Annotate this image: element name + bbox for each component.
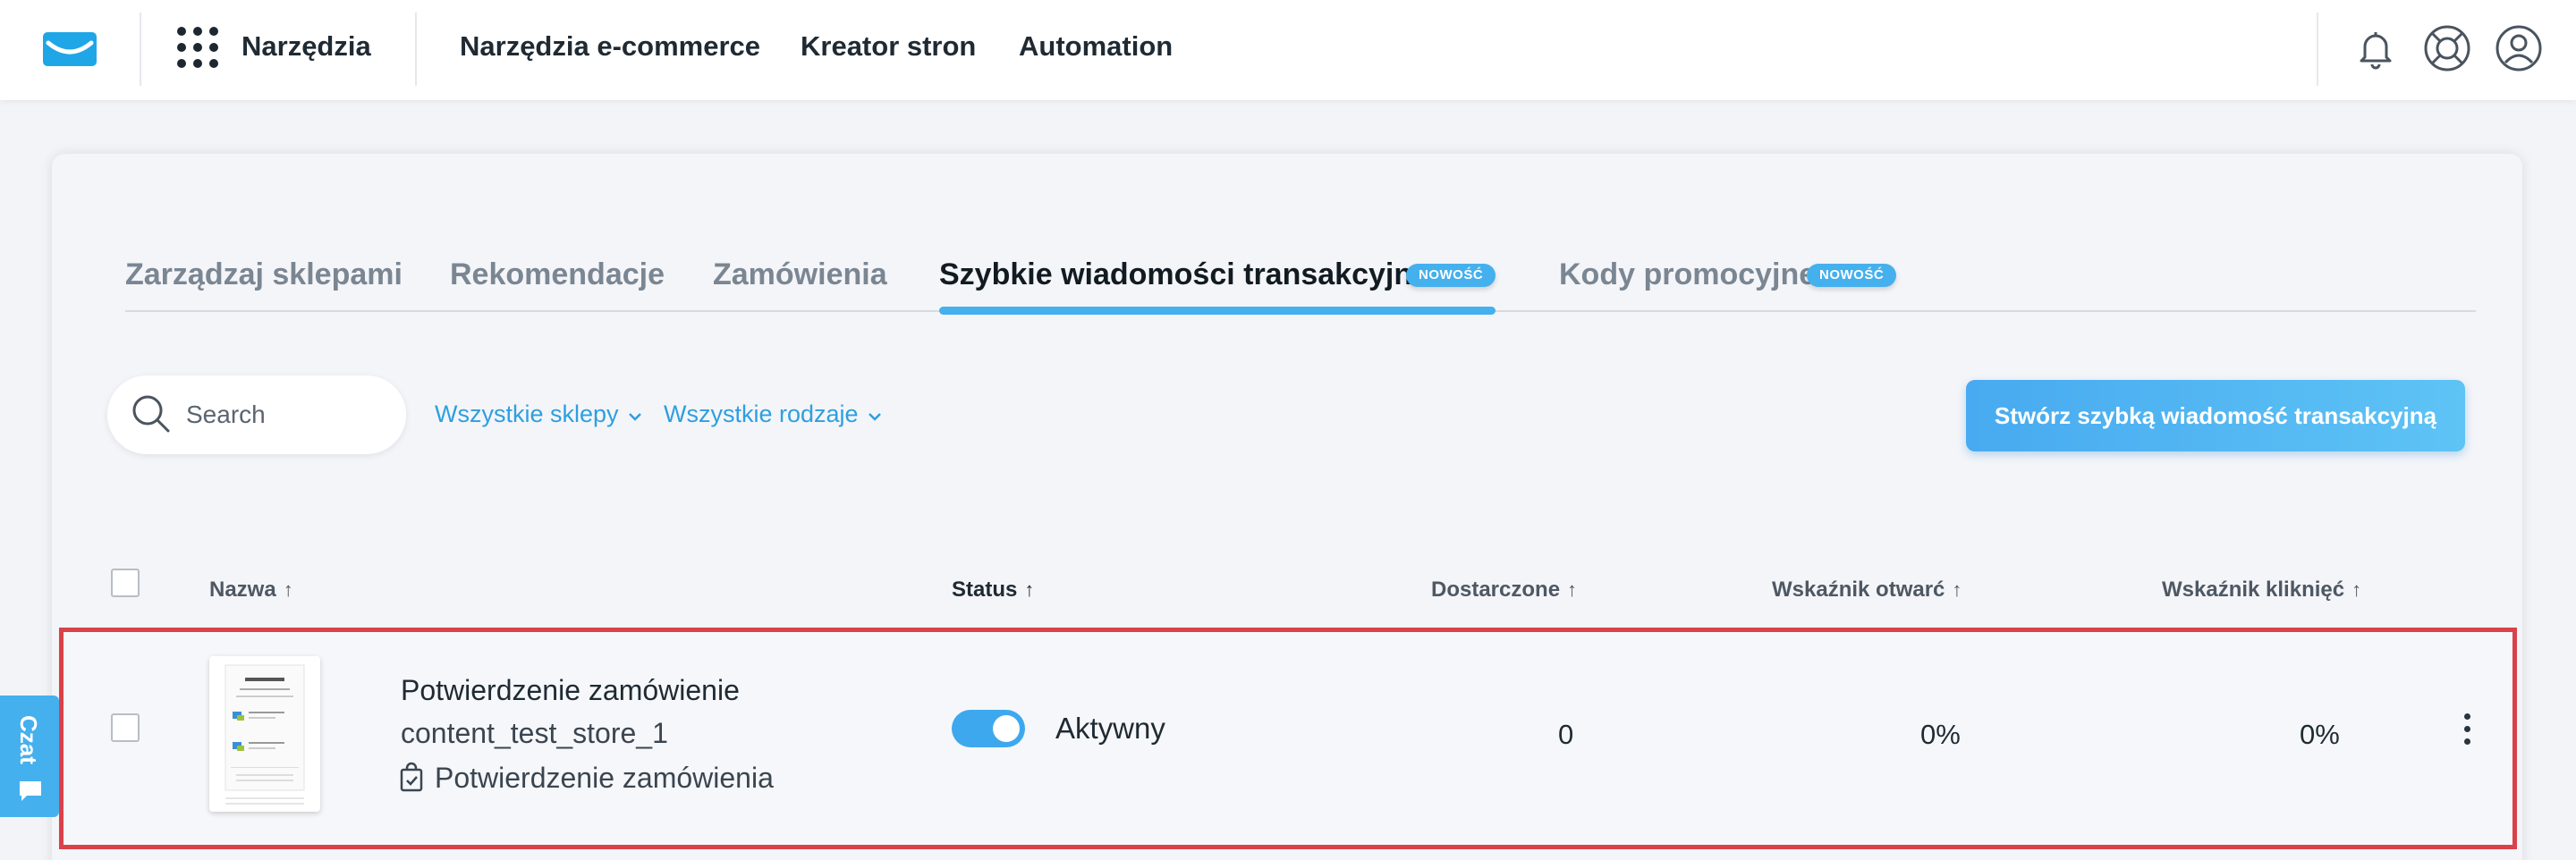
- store-name: content_test_store_1: [401, 717, 668, 749]
- chevron-down-icon: [628, 400, 642, 428]
- column-click-rate[interactable]: Wskaźnik kliknięć ↑: [2162, 578, 2361, 603]
- filter-stores-dropdown[interactable]: Wszystkie sklepy: [435, 400, 642, 428]
- nav-automation[interactable]: Automation: [1019, 30, 1173, 63]
- apps-grid-icon[interactable]: [177, 27, 220, 70]
- search-icon: [131, 393, 172, 434]
- column-open-rate[interactable]: Wskaźnik otwarć ↑: [1772, 578, 1962, 603]
- tab-promo-codes[interactable]: Kody promocyjne: [1559, 257, 1816, 292]
- column-status[interactable]: Status ↑: [952, 578, 1034, 603]
- filter-stores-label: Wszystkie sklepy: [435, 400, 619, 427]
- message-type: Potwierdzenie zamówienia: [435, 762, 774, 794]
- shopping-bag-check-icon: [399, 762, 424, 792]
- message-preview-thumbnail[interactable]: [209, 656, 320, 812]
- open-rate-value: 0%: [1920, 719, 1961, 750]
- tab-quick-transactional-messages[interactable]: Szybkie wiadomości transakcyjne: [939, 257, 1429, 292]
- chat-label: Czat: [15, 715, 42, 764]
- delivered-value: 0: [1558, 719, 1574, 750]
- message-name-link[interactable]: Potwierdzenie zamówienie: [401, 674, 740, 707]
- tab-recommendations[interactable]: Rekomendacje: [450, 257, 665, 292]
- header-divider: [140, 13, 141, 86]
- envelope-logo-icon[interactable]: [43, 32, 97, 66]
- filter-types-dropdown[interactable]: Wszystkie rodzaje: [664, 400, 882, 428]
- header-divider: [415, 13, 417, 86]
- user-avatar-icon[interactable]: [2494, 23, 2544, 73]
- nav-ecommerce-tools[interactable]: Narzędzia e-commerce: [460, 30, 760, 63]
- bell-icon[interactable]: [2351, 23, 2401, 73]
- new-badge: NOWOŚĆ: [1807, 264, 1897, 287]
- tab-manage-stores[interactable]: Zarządzaj sklepami: [125, 257, 402, 292]
- nav-page-builder[interactable]: Kreator stron: [801, 30, 976, 63]
- header-divider: [2317, 13, 2318, 86]
- toggle-knob: [993, 715, 1020, 742]
- tools-menu-label[interactable]: Narzędzia: [242, 30, 371, 63]
- more-options-icon[interactable]: [2460, 712, 2474, 747]
- search-box[interactable]: [107, 375, 406, 454]
- click-rate-value: 0%: [2300, 719, 2340, 750]
- tab-orders[interactable]: Zamówienia: [713, 257, 887, 292]
- status-label: Aktywny: [1055, 712, 1165, 745]
- chevron-down-icon: [868, 400, 882, 428]
- chat-widget-button[interactable]: Czat: [0, 696, 59, 817]
- lifebuoy-icon[interactable]: [2422, 23, 2472, 73]
- speech-bubble-icon: [18, 780, 43, 807]
- filter-types-label: Wszystkie rodzaje: [664, 400, 859, 427]
- create-message-button[interactable]: Stwórz szybką wiadomość transakcyjną: [1966, 380, 2465, 451]
- top-bar: Narzędzia Narzędzia e-commerce Kreator s…: [0, 0, 2576, 100]
- column-delivered[interactable]: Dostarczone ↑: [1431, 578, 1577, 603]
- search-input[interactable]: [186, 397, 383, 433]
- column-name[interactable]: Nazwa ↑: [209, 578, 293, 603]
- active-tab-indicator: [939, 307, 1496, 315]
- new-badge: NOWOŚĆ: [1406, 264, 1496, 287]
- status-toggle[interactable]: [952, 710, 1025, 747]
- row-checkbox[interactable]: [111, 713, 140, 742]
- select-all-checkbox[interactable]: [111, 569, 140, 597]
